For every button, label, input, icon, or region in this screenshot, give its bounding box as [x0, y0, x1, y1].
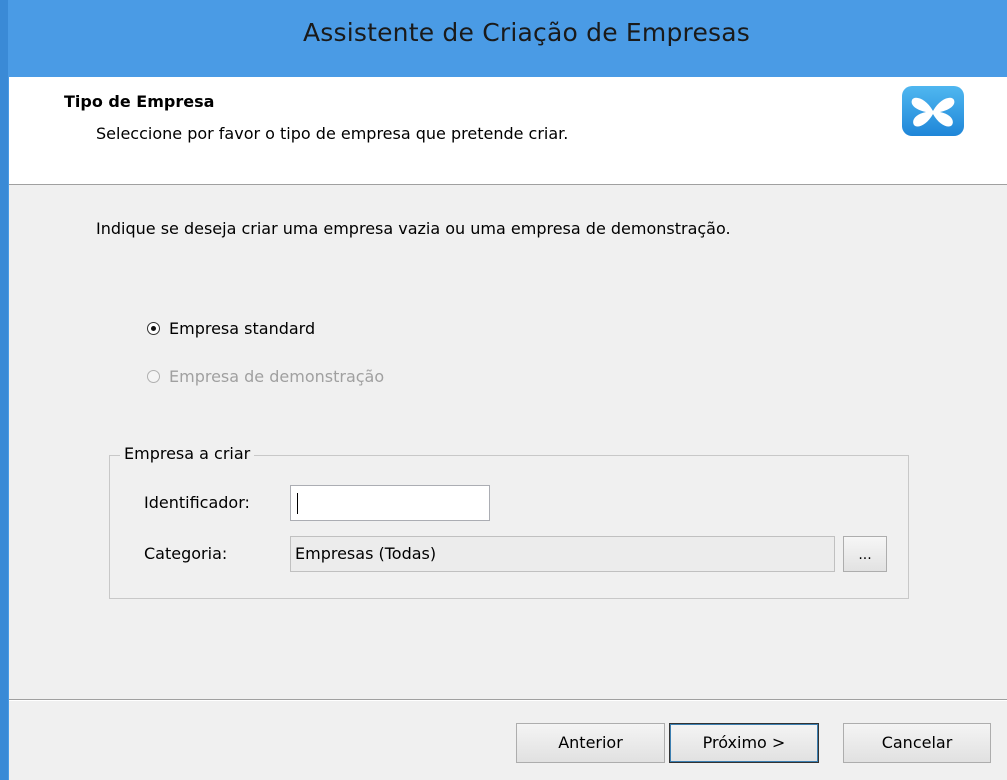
- title-bar[interactable]: Assistente de Criação de Empresas: [8, 0, 1007, 77]
- window-border: [0, 0, 8, 780]
- radio-checked-icon[interactable]: [147, 321, 160, 335]
- category-label: Categoria:: [144, 544, 228, 563]
- page-subtitle: Seleccione por favor o tipo de empresa q…: [96, 124, 569, 143]
- group-legend: Empresa a criar: [120, 444, 255, 463]
- browse-category-button[interactable]: ...: [843, 536, 887, 572]
- page-title: Tipo de Empresa: [64, 92, 215, 111]
- intro-text: Indique se deseja criar uma empresa vazi…: [96, 219, 731, 238]
- next-button[interactable]: Próximo >: [669, 723, 819, 763]
- radio-label: Empresa de demonstração: [169, 366, 385, 386]
- radio-unchecked-icon: [147, 369, 160, 383]
- wizard-header: Tipo de Empresa Seleccione por favor o t…: [9, 77, 1007, 185]
- cancel-button[interactable]: Cancelar: [843, 723, 991, 763]
- category-field: Empresas (Todas): [290, 536, 835, 572]
- radio-label: Empresa standard: [169, 318, 316, 338]
- empresa-a-criar-group: Empresa a criar: [109, 444, 909, 599]
- identifier-label: Identificador:: [144, 493, 250, 512]
- next-button-label: Próximo >: [702, 733, 786, 752]
- wizard-window: Assistente de Criação de Empresas Tipo d…: [0, 0, 1007, 780]
- identifier-input[interactable]: [290, 485, 490, 521]
- radio-empresa-standard[interactable]: Empresa standard: [147, 317, 315, 339]
- butterfly-icon: [902, 86, 964, 136]
- cancel-button-label: Cancelar: [881, 733, 953, 752]
- back-button[interactable]: Anterior: [516, 723, 665, 763]
- window-title: Assistente de Criação de Empresas: [302, 18, 751, 47]
- text-caret: [297, 493, 298, 514]
- back-button-label: Anterior: [558, 733, 623, 752]
- radio-empresa-demonstracao: Empresa de demonstração: [147, 365, 384, 387]
- footer-separator: [9, 699, 1007, 701]
- wizard-client-area: Tipo de Empresa Seleccione por favor o t…: [9, 77, 1007, 780]
